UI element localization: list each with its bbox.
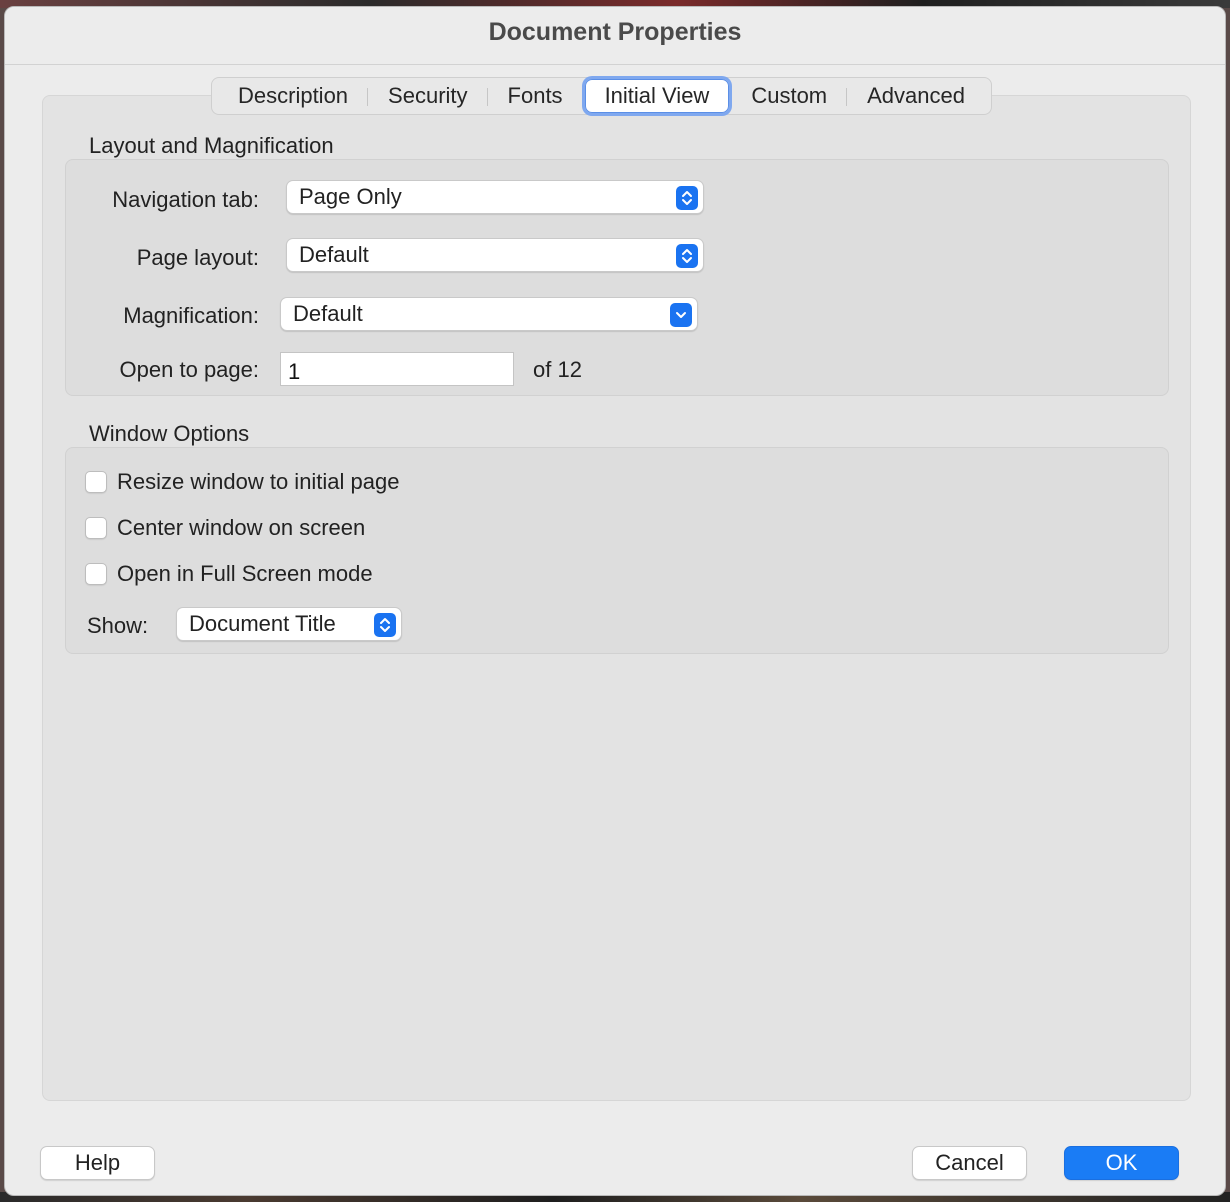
tab-description[interactable]: Description — [218, 79, 369, 113]
resize-window-label: Resize window to initial page — [117, 469, 400, 494]
cancel-button[interactable]: Cancel — [912, 1146, 1027, 1180]
dialog-title: Document Properties — [488, 18, 742, 46]
center-window-option[interactable]: Center window on screen — [85, 514, 365, 542]
tab-fonts[interactable]: Fonts — [488, 79, 583, 113]
magnification-combobox[interactable]: Default — [280, 297, 698, 331]
show-popup[interactable]: Document Title — [176, 607, 402, 641]
resize-window-checkbox[interactable] — [85, 471, 107, 493]
full-screen-option[interactable]: Open in Full Screen mode — [85, 560, 373, 588]
window-options-section-title: Window Options — [89, 421, 250, 446]
resize-window-option[interactable]: Resize window to initial page — [85, 468, 400, 496]
tab-security[interactable]: Security — [368, 79, 489, 113]
help-button[interactable]: Help — [40, 1146, 155, 1180]
tab-initial-view[interactable]: Initial View — [584, 79, 730, 113]
center-window-label: Center window on screen — [117, 515, 366, 540]
up-down-chevron-icon — [676, 244, 698, 268]
chevron-down-icon — [670, 303, 692, 327]
open-to-page-label: Open to page: — [119, 357, 259, 382]
navigation-tab-label: Navigation tab: — [112, 187, 259, 212]
tab-advanced[interactable]: Advanced — [847, 79, 985, 113]
open-to-page-input[interactable] — [280, 352, 514, 386]
center-window-checkbox[interactable] — [85, 517, 107, 539]
page-layout-label: Page layout: — [136, 245, 259, 270]
show-label: Show: — [87, 613, 149, 638]
up-down-chevron-icon — [374, 613, 396, 637]
ok-button[interactable]: OK — [1064, 1146, 1179, 1180]
document-properties-dialog: Document Properties Description Security… — [4, 6, 1226, 1196]
page-layout-popup[interactable]: Default — [286, 238, 704, 272]
navigation-tab-popup[interactable]: Page Only — [286, 180, 704, 214]
show-value: Document Title — [189, 611, 336, 636]
page-layout-value: Default — [299, 242, 369, 267]
full-screen-checkbox[interactable] — [85, 563, 107, 585]
magnification-label: Magnification: — [123, 303, 259, 328]
layout-section-title: Layout and Magnification — [89, 133, 334, 158]
title-bar: Document Properties — [5, 7, 1225, 65]
full-screen-label: Open in Full Screen mode — [117, 561, 373, 586]
page-count-label: of 12 — [533, 357, 582, 382]
navigation-tab-value: Page Only — [299, 184, 402, 209]
up-down-chevron-icon — [676, 186, 698, 210]
tab-custom[interactable]: Custom — [731, 79, 847, 113]
tab-bar: Description Security Fonts Initial View … — [211, 77, 992, 115]
magnification-value: Default — [293, 301, 363, 326]
